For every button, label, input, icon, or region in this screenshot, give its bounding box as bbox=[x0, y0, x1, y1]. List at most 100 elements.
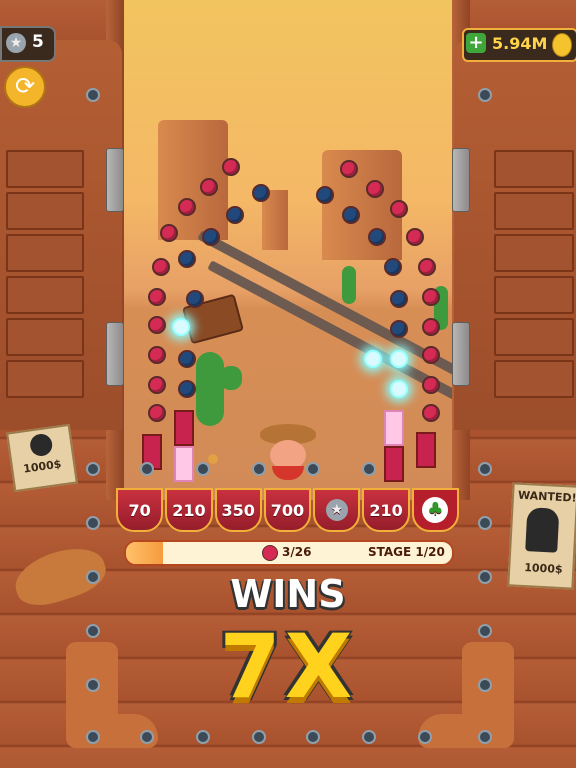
gem-drop bbox=[208, 454, 218, 464]
door-slat bbox=[494, 150, 574, 188]
coins-counter: + 5.94M bbox=[462, 28, 576, 62]
red-peg bbox=[422, 288, 440, 306]
door-slat bbox=[6, 276, 84, 314]
wall-bolt bbox=[86, 516, 100, 530]
silver-star-icon: ★ bbox=[325, 499, 348, 521]
block-red bbox=[416, 432, 436, 468]
prize-slot: 70 bbox=[116, 488, 164, 532]
red-peg bbox=[406, 228, 424, 246]
blue-peg bbox=[384, 258, 402, 276]
gems-progress-text: 3/26 bbox=[282, 545, 312, 559]
prize-slot: 210 bbox=[165, 488, 213, 532]
slot-value: 350 bbox=[221, 500, 255, 520]
blue-peg bbox=[252, 184, 270, 202]
wall-bolt bbox=[86, 678, 100, 692]
blue-peg bbox=[202, 228, 220, 246]
prize-slots: 70 210 350 700 ★ 210 ♣ bbox=[116, 488, 461, 532]
red-peg bbox=[178, 198, 196, 216]
block-pink bbox=[174, 446, 194, 482]
prize-slot-star: ★ bbox=[313, 488, 361, 532]
red-peg bbox=[148, 316, 166, 334]
red-peg bbox=[148, 288, 166, 306]
cactus bbox=[196, 352, 224, 426]
four-leaf-clover-icon: ♣ bbox=[422, 497, 449, 523]
slot-value: 210 bbox=[172, 500, 206, 520]
glowing-peg bbox=[390, 380, 408, 398]
red-peg bbox=[422, 346, 440, 364]
saloon-door-right bbox=[454, 40, 576, 430]
add-coins-button[interactable]: + bbox=[466, 33, 486, 53]
red-peg bbox=[222, 158, 240, 176]
slot-value: 700 bbox=[270, 500, 305, 520]
red-peg bbox=[148, 346, 166, 364]
stage-progress-bar: 3/26 STAGE 1/20 bbox=[124, 540, 454, 566]
red-peg bbox=[148, 404, 166, 422]
cowboy-character bbox=[258, 420, 318, 486]
bandit-silhouette-icon bbox=[28, 432, 54, 458]
door-slat bbox=[6, 318, 84, 356]
wall-bolt bbox=[196, 730, 210, 744]
red-peg bbox=[152, 258, 170, 276]
red-peg bbox=[160, 224, 178, 242]
poster-reward: 1000$ bbox=[22, 457, 63, 476]
wall-bolt bbox=[252, 462, 266, 476]
stage-text: STAGE 1/20 bbox=[368, 545, 445, 559]
glowing-peg bbox=[364, 350, 382, 368]
stars-count: 5 bbox=[32, 32, 44, 52]
door-hinge-right-top bbox=[452, 148, 470, 212]
door-slat bbox=[494, 276, 574, 314]
refresh-icon: ⟳ bbox=[14, 72, 36, 100]
prize-slot: 700 bbox=[263, 488, 312, 532]
door-hinge-left-top bbox=[106, 148, 124, 212]
block-pink bbox=[384, 410, 404, 446]
blue-peg bbox=[186, 290, 204, 308]
wall-bolt bbox=[362, 730, 376, 744]
wall-bolt bbox=[362, 462, 376, 476]
wanted-poster-left: 1000$ bbox=[6, 423, 78, 493]
bandit-silhouette-icon bbox=[525, 507, 560, 553]
wall-bolt bbox=[418, 730, 432, 744]
red-peg bbox=[390, 200, 408, 218]
prize-slot-clover: ♣ bbox=[411, 488, 459, 532]
door-slat bbox=[494, 234, 574, 272]
door-slat bbox=[494, 192, 574, 230]
blue-peg bbox=[342, 206, 360, 224]
bandana bbox=[272, 466, 304, 480]
wall-bolt bbox=[140, 730, 154, 744]
blue-peg bbox=[390, 320, 408, 338]
door-slat bbox=[6, 234, 84, 272]
prize-slot: 210 bbox=[362, 488, 410, 532]
door-hinge-left-bottom bbox=[106, 322, 124, 386]
cactus-arm bbox=[220, 366, 242, 390]
wall-bolt bbox=[140, 462, 154, 476]
blue-peg bbox=[178, 250, 196, 268]
block-red bbox=[384, 446, 404, 482]
red-peg bbox=[340, 160, 358, 178]
door-slat bbox=[494, 360, 574, 398]
red-peg bbox=[422, 318, 440, 336]
wall-bolt bbox=[478, 516, 492, 530]
desert-scene bbox=[122, 0, 454, 500]
restart-button[interactable]: ⟳ bbox=[4, 66, 46, 108]
wall-bolt bbox=[478, 570, 492, 584]
wall-bolt bbox=[86, 570, 100, 584]
door-slat bbox=[6, 360, 84, 398]
coins-amount: 5.94M bbox=[492, 34, 548, 53]
stars-counter: ★ 5 bbox=[0, 26, 56, 62]
block-red bbox=[174, 410, 194, 446]
wall-bolt bbox=[306, 730, 320, 744]
red-peg bbox=[366, 180, 384, 198]
wall-bolt bbox=[478, 624, 492, 638]
boot-foot-right bbox=[418, 714, 514, 748]
mesa-left bbox=[158, 120, 228, 240]
door-slat bbox=[6, 150, 84, 188]
wall-bolt bbox=[252, 730, 266, 744]
red-gem-icon bbox=[262, 545, 278, 561]
wall-bolt bbox=[306, 462, 320, 476]
blue-peg bbox=[178, 380, 196, 398]
gold-coin-icon bbox=[552, 33, 572, 57]
wall-bolt bbox=[86, 88, 100, 102]
slot-value: 70 bbox=[128, 500, 151, 520]
glowing-peg bbox=[172, 318, 190, 336]
cactus-small bbox=[342, 266, 356, 304]
